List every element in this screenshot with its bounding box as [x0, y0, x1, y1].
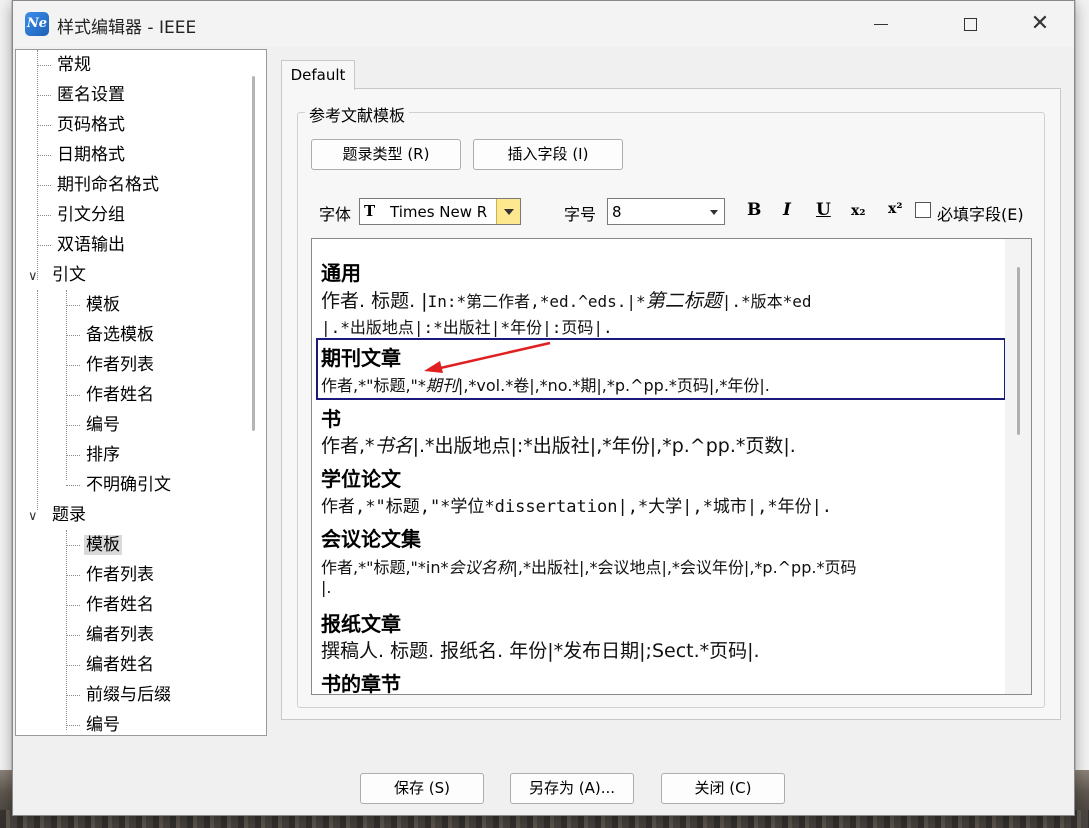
template-heading-general: 通用 [321, 261, 361, 285]
tree-item-prefix-suffix[interactable]: 前缀与后缀 [66, 682, 173, 708]
minimize-button[interactable] [849, 1, 913, 47]
font-value: Times New R [390, 203, 488, 221]
tree-item-editor-name[interactable]: 编者姓名 [66, 652, 156, 678]
tree-item-ambiguous[interactable]: 不明确引文 [66, 472, 173, 498]
font-size-select[interactable]: 8 [607, 198, 725, 225]
template-editor[interactable]: 通用 作者. 标题. |In:*第二作者,*ed.^eds.|*第二标题|.*版… [311, 238, 1032, 695]
minimize-icon [874, 23, 888, 25]
title-bar: Ne 样式编辑器 - IEEE ✕ [13, 1, 1074, 47]
template-heading-thesis: 学位论文 [321, 467, 401, 491]
tree-item-bib-author-list[interactable]: 作者列表 [66, 562, 156, 588]
background-left-strip [0, 0, 12, 828]
font-label: 字体 [319, 205, 352, 224]
tree-item-bib-numbering[interactable]: 编号 [66, 712, 122, 735]
maximize-icon [963, 17, 977, 31]
superscript-button[interactable]: x² [888, 201, 902, 217]
template-line-general-2: |.*出版地点|:*出版社|*年份|:页码|. [321, 318, 613, 337]
editor-scrollbar-thumb[interactable] [1017, 267, 1020, 435]
tree-item-citation[interactable]: ∨ 引文 [28, 262, 88, 288]
chevron-down-icon [710, 210, 718, 215]
chevron-down-icon[interactable] [496, 199, 520, 224]
required-field-label: 必填字段(E) [937, 205, 1024, 224]
template-line-general-1: 作者. 标题. |In:*第二作者,*ed.^eds.|*第二标题|.*版本*e… [321, 290, 812, 312]
tree-item-author-name[interactable]: 作者姓名 [66, 382, 156, 408]
group-title: 参考文献模板 [305, 102, 410, 126]
font-size-value: 8 [612, 203, 622, 221]
tree-item-author-list[interactable]: 作者列表 [66, 352, 156, 378]
template-heading-conference: 会议论文集 [321, 527, 421, 551]
size-label: 字号 [564, 205, 597, 224]
template-heading-book: 书 [321, 407, 341, 431]
required-field-checkbox[interactable] [915, 202, 931, 218]
underline-button[interactable]: U [816, 200, 831, 220]
tree-item-bilingual[interactable]: 双语输出 [37, 232, 127, 258]
font-select[interactable]: T Times New R [359, 198, 521, 225]
tree-item-citation-template[interactable]: 模板 [66, 292, 122, 318]
template-line-book: 作者,*书名|.*出版地点|:*出版社|,*年份|,*p.^pp.*页数|. [321, 435, 796, 457]
tree-item-bib-author-name[interactable]: 作者姓名 [66, 592, 156, 618]
template-heading-book-section: 书的章节 [321, 672, 401, 695]
settings-tree: 常规 匿名设置 页码格式 日期格式 期刊命名格式 引文分组 双语输出 ∨ 引文 模… [15, 49, 267, 736]
truetype-font-icon: T [364, 202, 376, 220]
bold-button[interactable]: B [747, 200, 761, 220]
tree-item-page-format[interactable]: 页码格式 [37, 112, 127, 138]
tree-item-general[interactable]: 常规 [37, 52, 93, 78]
tree-item-journal-names[interactable]: 期刊命名格式 [37, 172, 161, 198]
close-button[interactable]: 关闭 (C) [661, 773, 785, 804]
template-heading-journal: 期刊文章 [321, 346, 401, 370]
background-right-strip [1075, 0, 1089, 770]
tree-item-bib-template[interactable]: 模板 [66, 532, 122, 558]
annotation-arrow [424, 341, 551, 373]
italic-button[interactable]: I [783, 200, 791, 220]
chevron-down-icon[interactable]: ∨ [28, 264, 50, 290]
tree-item-citation-grouping[interactable]: 引文分组 [37, 202, 127, 228]
tree-item-alt-template[interactable]: 备选模板 [66, 322, 156, 348]
tree-item-sorting[interactable]: 排序 [66, 442, 122, 468]
tree-connector [37, 290, 38, 510]
tree-item-bibliography[interactable]: ∨ 题录 [28, 502, 88, 528]
close-icon: ✕ [1030, 11, 1050, 36]
tree-item-numbering[interactable]: 编号 [66, 412, 122, 438]
chevron-down-icon[interactable]: ∨ [28, 504, 50, 530]
template-line-newspaper: 撰稿人. 标题. 报纸名. 年份|*发布日期|;Sect.*页码|. [321, 640, 760, 662]
template-heading-newspaper: 报纸文章 [321, 612, 401, 636]
app-icon: Ne [25, 12, 49, 36]
tree-item-date-format[interactable]: 日期格式 [37, 142, 127, 168]
maximize-button[interactable] [938, 1, 1002, 47]
insert-field-button[interactable]: 插入字段 (I) [473, 139, 623, 170]
reference-type-button[interactable]: 题录类型 (R) [311, 139, 461, 170]
tree-scrollbar[interactable] [252, 76, 255, 431]
style-editor-window: Ne 样式编辑器 - IEEE ✕ 常规 匿名设置 页码格式 日期格式 期刊命名… [12, 0, 1075, 816]
subscript-button[interactable]: x₂ [851, 203, 865, 219]
tab-default[interactable]: Default [281, 60, 355, 90]
save-as-button[interactable]: 另存为 (A)... [510, 773, 634, 804]
template-line-thesis: 作者,*"标题,"*学位*dissertation|,*大学|,*城市|,*年份… [321, 497, 833, 517]
close-window-button[interactable]: ✕ [1008, 1, 1072, 47]
tree-item-editor-list[interactable]: 编者列表 [66, 622, 156, 648]
template-line-conference-2: |. [321, 578, 332, 597]
tree-item-anonymous[interactable]: 匿名设置 [37, 82, 127, 108]
save-button[interactable]: 保存 (S) [360, 773, 484, 804]
template-line-conference-1: 作者,*"标题,"*in*会议名称|,*出版社|,*会议地点|,*会议年份|,*… [321, 558, 857, 577]
window-title: 样式编辑器 - IEEE [57, 18, 197, 38]
